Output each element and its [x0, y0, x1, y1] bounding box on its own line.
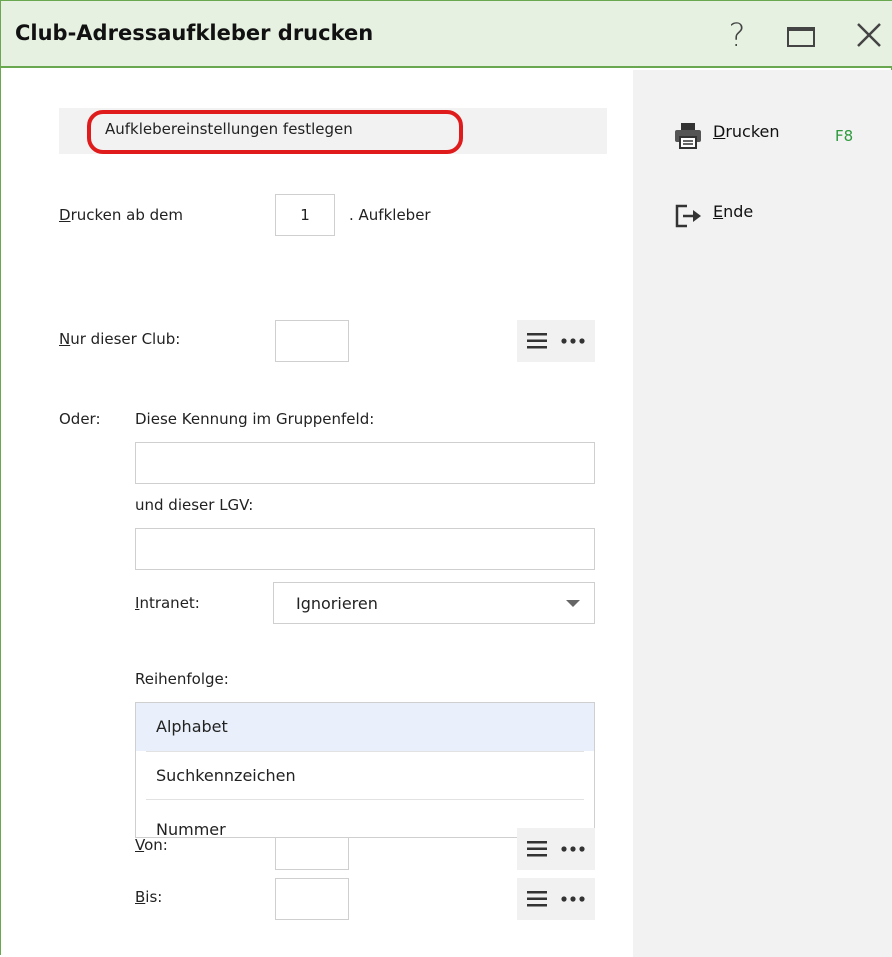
label-suffix: . Aufkleber	[349, 206, 431, 224]
club-lookup-buttons	[517, 320, 595, 362]
lgv-label: und dieser LGV:	[135, 496, 254, 514]
dialog-window: Club-Adressaufkleber drucken ? Aufkleber…	[0, 0, 892, 957]
to-lookup-buttons	[517, 878, 595, 920]
action-pane: Drucken F8 Ende	[633, 70, 892, 957]
list-icon[interactable]	[527, 840, 547, 858]
title-bar: Club-Adressaufkleber drucken ?	[1, 0, 892, 68]
more-icon[interactable]	[561, 896, 585, 902]
list-item-alphabet[interactable]: Alphabet	[136, 703, 594, 751]
chevron-down-icon	[566, 600, 580, 607]
lgv-input[interactable]	[135, 528, 595, 570]
intranet-select[interactable]: Ignorieren	[273, 582, 595, 624]
club-filter-label: Nur dieser Club:	[59, 330, 181, 348]
exit-label: Ende	[713, 202, 754, 221]
settings-section-label[interactable]: Aufklebereinstellungen festlegen	[105, 120, 353, 138]
group-id-label: Diese Kennung im Gruppenfeld:	[135, 410, 375, 428]
from-input[interactable]	[275, 838, 349, 870]
printer-icon	[675, 123, 701, 149]
print-from-label: Drucken ab dem	[59, 206, 183, 224]
or-label: Oder:	[59, 410, 101, 428]
order-listbox[interactable]: Alphabet Suchkennzeichen Nummer	[135, 702, 595, 838]
from-label: Von:	[135, 836, 168, 854]
maximize-button[interactable]	[783, 15, 823, 55]
group-id-input[interactable]	[135, 442, 595, 484]
close-button[interactable]	[849, 15, 889, 55]
more-icon[interactable]	[561, 338, 585, 344]
window-title: Club-Adressaufkleber drucken	[15, 21, 374, 45]
help-button[interactable]: ?	[717, 15, 757, 55]
list-item-search-key[interactable]: Suchkennzeichen	[136, 752, 594, 800]
to-input[interactable]	[275, 878, 349, 920]
list-icon[interactable]	[527, 332, 547, 350]
exit-icon	[675, 204, 701, 228]
print-from-input[interactable]: 1	[275, 194, 335, 236]
from-lookup-buttons	[517, 828, 595, 870]
intranet-selected-value: Ignorieren	[296, 594, 378, 613]
club-input[interactable]	[275, 320, 349, 362]
close-icon	[857, 23, 881, 47]
to-label: Bis:	[135, 888, 163, 906]
list-icon[interactable]	[527, 890, 547, 908]
intranet-label: Intranet:	[135, 594, 200, 612]
order-label: Reihenfolge:	[135, 670, 229, 688]
print-shortcut: F8	[835, 127, 854, 145]
maximize-icon	[787, 27, 815, 47]
more-icon[interactable]	[561, 846, 585, 852]
print-label: Drucken	[713, 122, 780, 141]
